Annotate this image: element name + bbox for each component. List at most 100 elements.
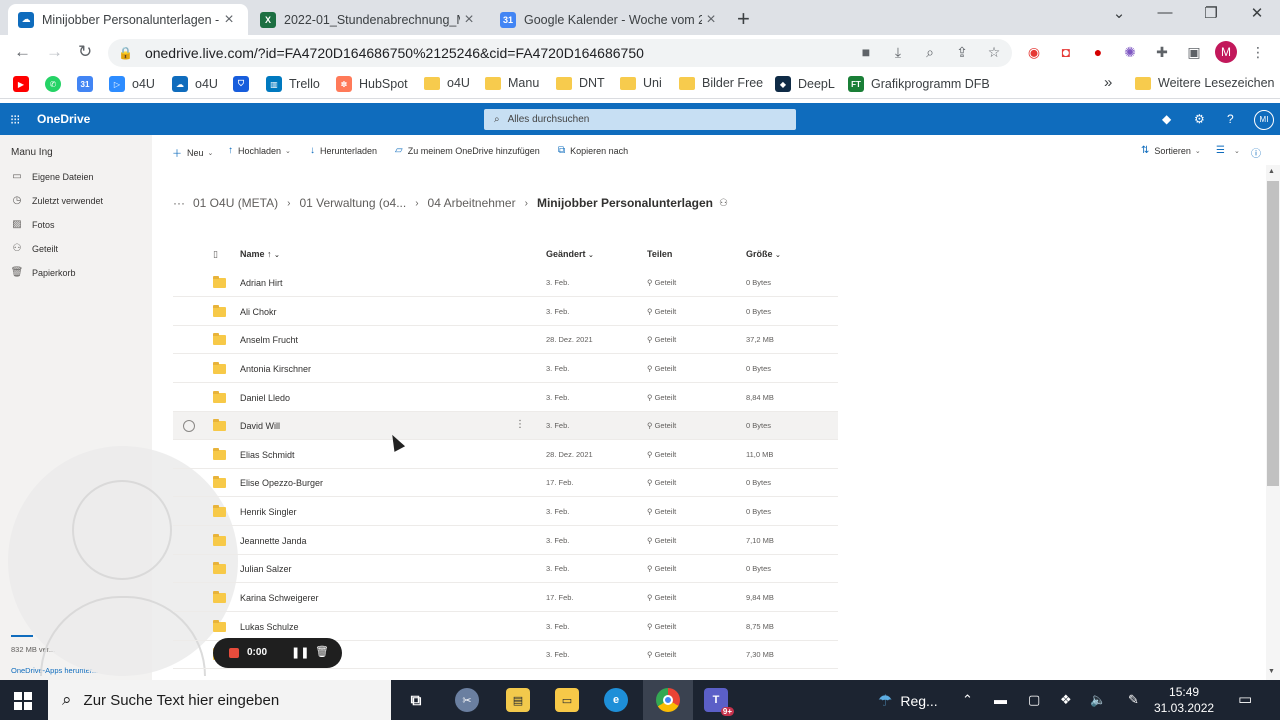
new-tab-button[interactable]: + (737, 6, 750, 32)
file-name[interactable]: Elias Schmidt (240, 450, 295, 460)
file-name[interactable]: Adrian Hirt (240, 278, 283, 288)
bookmark-folder-uni[interactable]: Uni (620, 76, 662, 90)
close-tab-icon[interactable]: × (460, 11, 478, 29)
bookmark-folder-bilder-free[interactable]: Bilder Free (679, 76, 763, 90)
column-header-name[interactable]: Name ↑ ⌄ (240, 249, 280, 259)
menu-dots-icon[interactable]: ⋮ (1250, 44, 1266, 60)
view-options-button[interactable]: ☰ ⌄ (1216, 145, 1240, 156)
new-button[interactable]: ＋ Neu ⌄ (172, 145, 213, 161)
table-row[interactable]: Daniel Lledo 3. Feb. ⚲ Geteilt 8,84 MB (173, 384, 838, 412)
bookmark-folder-manu[interactable]: Manu (485, 76, 539, 90)
other-bookmarks[interactable]: Weitere Lesezeichen (1135, 76, 1275, 90)
bookmark-whatsapp[interactable]: ✆ (45, 76, 68, 92)
zoom-icon[interactable]: ⌕ (922, 44, 938, 60)
bookmark-trello[interactable]: ▥ Trello (266, 76, 320, 92)
close-window-icon[interactable]: ✕ (1234, 4, 1280, 22)
browser-tab-onedrive[interactable]: ☁ Minijobber Personalunterlagen - OneDri… (8, 4, 248, 35)
lock-icon[interactable]: 🔒 (118, 46, 133, 60)
bookmark-hubspot[interactable]: ✽ HubSpot (336, 76, 408, 92)
help-icon[interactable]: ? (1227, 112, 1234, 126)
file-name[interactable]: Daniel Lledo (240, 393, 290, 403)
notifications-icon[interactable]: ▭ (1238, 690, 1252, 708)
upload-button[interactable]: ↑ Hochladen ⌄ (228, 145, 291, 156)
table-row[interactable]: Anselm Frucht 28. Dez. 2021 ⚲ Geteilt 37,2 … (173, 326, 838, 354)
download-button[interactable]: ↓ Herunterladen (310, 145, 377, 156)
column-header-size[interactable]: Größe ⌄ (746, 249, 781, 259)
file-name[interactable]: Lukas Schulze (240, 622, 299, 632)
table-row[interactable]: Antonia Kirschner 3. Feb. ⚲ Geteilt 0 Bytes (173, 355, 838, 383)
bookmark-youtube[interactable]: ▶ (13, 76, 36, 92)
bookmark-o4u-zoom[interactable]: ▷ o4U (109, 76, 155, 92)
bookmark-calendar[interactable]: 31 (77, 76, 100, 92)
snipping-tool-icon[interactable]: ✂ (455, 688, 479, 712)
display-icon[interactable]: ▢ (1028, 692, 1040, 708)
app-launcher-icon[interactable]: ⁝⁝⁝ (10, 112, 20, 128)
file-name[interactable]: Henrik Singler (240, 507, 297, 517)
install-icon[interactable]: ⤓ (890, 44, 906, 60)
table-row[interactable]: Elise Opezzo-Burger 17. Feb. ⚲ Geteilt 0 By… (173, 469, 838, 497)
browser-tab-calendar[interactable]: 31 Google Kalender - Woche vom 28. März … (490, 4, 730, 35)
back-icon[interactable]: ← (14, 42, 31, 62)
file-name[interactable]: Anselm Frucht (240, 335, 298, 345)
nav-item-my-files[interactable]: ▭ Eigene Dateien (10, 171, 93, 182)
breadcrumb-item[interactable]: 04 Arbeitnehmer (428, 196, 516, 210)
sidepanel-icon[interactable]: ▣ (1186, 44, 1202, 60)
column-header-modified[interactable]: Geändert ⌄ (546, 249, 594, 259)
extension-color-icon[interactable]: ✺ (1122, 44, 1138, 60)
scroll-up-icon[interactable]: ▲ (1268, 168, 1275, 175)
file-name[interactable]: Julian Salzer (240, 564, 292, 574)
file-name[interactable]: Elise Opezzo-Burger (240, 478, 323, 488)
reload-icon[interactable]: ↻ (78, 42, 92, 62)
search-box[interactable]: ⌕ Alles durchsuchen (484, 109, 796, 130)
file-manager-icon[interactable]: ▤ (506, 688, 530, 712)
weather-widget[interactable]: ☂ Reg... (878, 691, 938, 711)
table-row[interactable]: Julian Salzer 3. Feb. ⚲ Geteilt 0 Bytes (173, 555, 838, 583)
pen-icon[interactable]: ✎ (1128, 692, 1139, 708)
dropbox-icon[interactable]: ❖ (1060, 692, 1072, 708)
address-bar[interactable]: 🔒 onedrive.live.com/?id=FA4720D164686750… (108, 39, 1012, 67)
bookmark-bitwarden[interactable]: ⛉ (233, 76, 256, 92)
volume-icon[interactable]: 🔈 (1090, 692, 1106, 708)
taskbar-clock[interactable]: 15:49 31.03.2022 (1154, 684, 1214, 716)
share-icon[interactable]: ⇪ (954, 44, 970, 60)
camera-icon[interactable]: ■ (858, 44, 874, 60)
table-row[interactable]: David Will ⋮ 3. Feb. ⚲ Geteilt 0 Bytes (173, 412, 838, 440)
account-avatar[interactable]: MI (1254, 110, 1274, 130)
copy-to-button[interactable]: ⧉ Kopieren nach (558, 145, 628, 156)
browser-tab-excel[interactable]: X 2022-01_Stundenabrechnung_Minijobber × (250, 4, 488, 35)
file-name[interactable]: Karina Schweigerer (240, 593, 319, 603)
settings-gear-icon[interactable]: ⚙ (1194, 112, 1205, 126)
table-row[interactable]: Ali Chokr 3. Feb. ⚲ Geteilt 0 Bytes (173, 298, 838, 326)
pause-icon[interactable]: ❚❚ (291, 646, 309, 659)
nav-item-shared[interactable]: ⚇ Geteilt (10, 243, 59, 254)
file-name[interactable]: Jeannette Janda (240, 536, 307, 546)
bookmark-star-icon[interactable]: ☆ (986, 44, 1002, 60)
breadcrumb-item[interactable]: 01 Verwaltung (o4... (299, 196, 406, 210)
scroll-down-icon[interactable]: ▼ (1268, 668, 1275, 675)
extension-red-icon[interactable]: ◉ (1026, 44, 1042, 60)
file-name[interactable]: Ali Chokr (240, 307, 277, 317)
bookmark-folder-o4u[interactable]: o4U (424, 76, 470, 90)
info-button[interactable]: ⓘ (1251, 145, 1266, 160)
close-tab-icon[interactable]: × (220, 11, 238, 29)
more-actions-icon[interactable]: ⋮ (515, 419, 525, 430)
pocket-icon[interactable]: ◘ (1058, 44, 1074, 60)
premium-diamond-icon[interactable]: ◆ (1162, 112, 1171, 126)
more-bookmarks-button[interactable]: » (1104, 74, 1112, 91)
nav-item-photos[interactable]: ▨ Fotos (10, 219, 54, 230)
restore-icon[interactable]: ❐ (1188, 4, 1234, 22)
bookmark-grafikprogramm[interactable]: FT Grafikprogramm DFB (848, 76, 990, 92)
taskbar-search-box[interactable]: ⌕ Zur Suche Text hier eingeben (48, 680, 391, 720)
breadcrumb-item[interactable]: 01 O4U (META) (193, 196, 278, 210)
delete-recording-icon[interactable]: 🗑 (315, 645, 329, 658)
table-row[interactable]: Karina Schweigerer 17. Feb. ⚲ Geteilt 9,84 … (173, 584, 838, 612)
chrome-taskbar-button[interactable] (643, 680, 693, 720)
stop-recording-button[interactable] (229, 648, 239, 658)
bookmark-o4u-onedrive[interactable]: ☁ o4U (172, 76, 218, 92)
breadcrumb-overflow[interactable]: ··· (173, 196, 185, 210)
column-header-sharing[interactable]: Teilen (647, 249, 672, 259)
opera-icon[interactable]: ● (1090, 44, 1106, 60)
table-row[interactable]: Jeannette Janda 3. Feb. ⚲ Geteilt 7,10 MB (173, 527, 838, 555)
close-tab-icon[interactable]: × (702, 11, 720, 29)
windows-start-icon[interactable] (14, 692, 32, 710)
